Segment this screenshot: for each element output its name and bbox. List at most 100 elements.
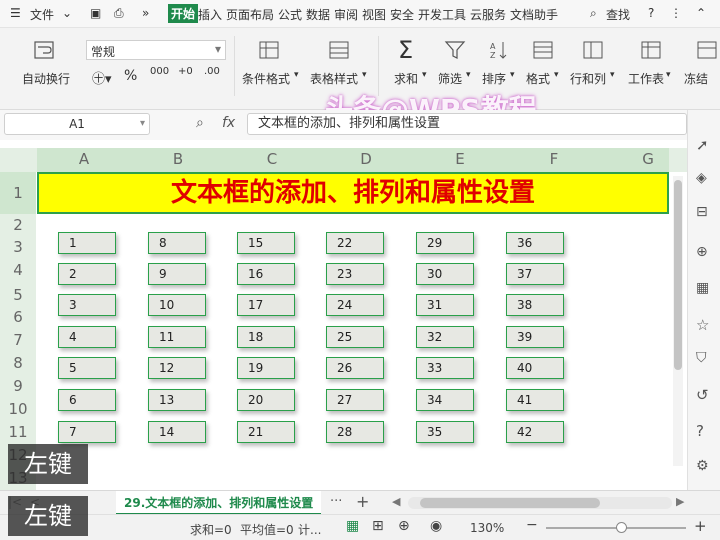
text-box[interactable]: 21 — [237, 421, 295, 443]
text-box[interactable]: 19 — [237, 357, 295, 379]
text-box[interactable]: 7 — [58, 421, 116, 443]
text-box[interactable]: 23 — [326, 263, 384, 285]
row-header-9[interactable]: 9 — [0, 377, 36, 395]
print-icon[interactable]: ⎙ — [114, 6, 124, 21]
text-box[interactable]: 25 — [326, 326, 384, 348]
row-header-1[interactable]: 1 — [0, 184, 36, 202]
zoom-level[interactable]: 130% — [470, 521, 504, 535]
spreadsheet-grid[interactable]: A B C D E F G 1 2 3 4 5 6 7 8 9 10 11 12… — [0, 140, 687, 490]
text-box[interactable]: 27 — [326, 389, 384, 411]
zoom-out-icon[interactable]: − — [526, 517, 538, 533]
search-button[interactable]: 查找 — [606, 6, 630, 23]
thousands-icon[interactable]: 000 — [150, 66, 169, 77]
name-box[interactable]: A1 ▾ — [4, 113, 150, 135]
text-box[interactable]: 29 — [416, 232, 474, 254]
zoom-slider-knob[interactable] — [616, 522, 627, 533]
text-box[interactable]: 31 — [416, 294, 474, 316]
row-header-10[interactable]: 10 — [0, 400, 36, 418]
column-header-f[interactable]: F — [507, 148, 601, 170]
text-box[interactable]: 10 — [148, 294, 206, 316]
settings-icon[interactable]: ⚙ — [696, 458, 714, 476]
conditional-format-button[interactable]: 条件格式 — [242, 70, 290, 87]
properties-icon[interactable]: ⊟ — [696, 204, 714, 222]
worksheet-button[interactable]: 工作表 — [628, 70, 664, 87]
text-box[interactable]: 16 — [237, 263, 295, 285]
text-box[interactable]: 13 — [148, 389, 206, 411]
text-box[interactable]: 40 — [506, 357, 564, 379]
row-header-6[interactable]: 6 — [0, 308, 36, 326]
shield-icon[interactable]: ⛉ — [696, 350, 714, 368]
text-box[interactable]: 26 — [326, 357, 384, 379]
tab-data[interactable]: 数据 — [306, 6, 330, 23]
sum-button[interactable]: 求和 — [394, 70, 418, 87]
currency-icon[interactable]: ㊉▾ — [92, 68, 112, 87]
text-box[interactable]: 12 — [148, 357, 206, 379]
page-layout-view-icon[interactable]: ⊞ — [372, 518, 384, 534]
tab-review[interactable]: 审阅 — [334, 6, 358, 23]
row-header-2[interactable]: 2 — [0, 216, 36, 234]
text-box[interactable]: 34 — [416, 389, 474, 411]
column-header-a[interactable]: A — [37, 148, 131, 170]
row-header-5[interactable]: 5 — [0, 286, 36, 304]
text-box[interactable]: 41 — [506, 389, 564, 411]
search-icon[interactable]: ⌕ — [590, 6, 597, 21]
text-box[interactable]: 39 — [506, 326, 564, 348]
tab-insert[interactable]: 插入 — [198, 6, 222, 23]
image-icon[interactable]: ▦ — [696, 280, 714, 298]
normal-view-icon[interactable]: ▦ — [346, 518, 359, 534]
horizontal-scroll-thumb[interactable] — [420, 498, 600, 508]
sort-button[interactable]: 排序 — [482, 70, 506, 87]
star-icon[interactable]: ☆ — [696, 316, 714, 334]
text-box[interactable]: 3 — [58, 294, 116, 316]
vertical-scroll-thumb[interactable] — [674, 180, 682, 370]
text-box[interactable]: 33 — [416, 357, 474, 379]
sheet-tab-active[interactable]: 29.文本框的添加、排列和属性设置 — [116, 491, 322, 515]
increase-decimal-icon[interactable]: +0 — [178, 66, 193, 77]
chevron-down-icon[interactable]: ⌄ — [62, 6, 72, 20]
more-options-icon[interactable]: ⋮ — [670, 6, 682, 20]
tab-view[interactable]: 视图 — [362, 6, 386, 23]
menu-icon[interactable]: ☰ — [10, 6, 21, 20]
text-box[interactable]: 17 — [237, 294, 295, 316]
text-box[interactable]: 15 — [237, 232, 295, 254]
more-sheets-icon[interactable]: ··· — [330, 494, 342, 509]
column-header-c[interactable]: C — [225, 148, 319, 170]
text-box[interactable]: 18 — [237, 326, 295, 348]
text-box[interactable]: 1 — [58, 232, 116, 254]
text-box[interactable]: 14 — [148, 421, 206, 443]
row-column-button[interactable]: 行和列 — [570, 70, 606, 87]
tab-home[interactable]: 开始 — [168, 4, 199, 23]
column-header-e[interactable]: E — [413, 148, 507, 170]
zoom-icon[interactable]: ⊕ — [696, 244, 714, 262]
text-box[interactable]: 28 — [326, 421, 384, 443]
add-sheet-icon[interactable]: + — [356, 492, 369, 511]
history-icon[interactable]: ↺ — [696, 386, 714, 404]
text-box[interactable]: 36 — [506, 232, 564, 254]
fx-icon[interactable]: fx — [222, 115, 235, 131]
text-box[interactable]: 8 — [148, 232, 206, 254]
text-box[interactable]: 20 — [237, 389, 295, 411]
text-box[interactable]: 2 — [58, 263, 116, 285]
help-icon[interactable]: ? — [696, 422, 714, 440]
tab-security[interactable]: 安全 — [390, 6, 414, 23]
text-box[interactable]: 35 — [416, 421, 474, 443]
percent-icon[interactable]: % — [124, 68, 137, 84]
collapse-icon[interactable]: ⌃ — [696, 6, 706, 20]
text-box[interactable]: 38 — [506, 294, 564, 316]
number-format-select[interactable]: 常规 ▾ — [86, 40, 226, 60]
text-box[interactable]: 4 — [58, 326, 116, 348]
text-box[interactable]: 9 — [148, 263, 206, 285]
scroll-right-icon[interactable]: ▶ — [676, 495, 684, 508]
save-icon[interactable]: ▣ — [90, 6, 101, 20]
freeze-button[interactable]: 冻结 — [684, 70, 708, 87]
pointer-icon[interactable]: ➚ — [696, 136, 714, 154]
help-icon[interactable]: ? — [648, 6, 654, 20]
table-style-button[interactable]: 表格样式 — [310, 70, 358, 87]
shapes-icon[interactable]: ◈ — [696, 170, 714, 188]
more-icon[interactable]: » — [142, 6, 149, 20]
text-box[interactable]: 5 — [58, 357, 116, 379]
tab-page-layout[interactable]: 页面布局 — [226, 6, 274, 23]
file-menu[interactable]: 文件 — [30, 6, 54, 23]
row-header-3[interactable]: 3 — [0, 238, 36, 256]
column-header-d[interactable]: D — [319, 148, 413, 170]
